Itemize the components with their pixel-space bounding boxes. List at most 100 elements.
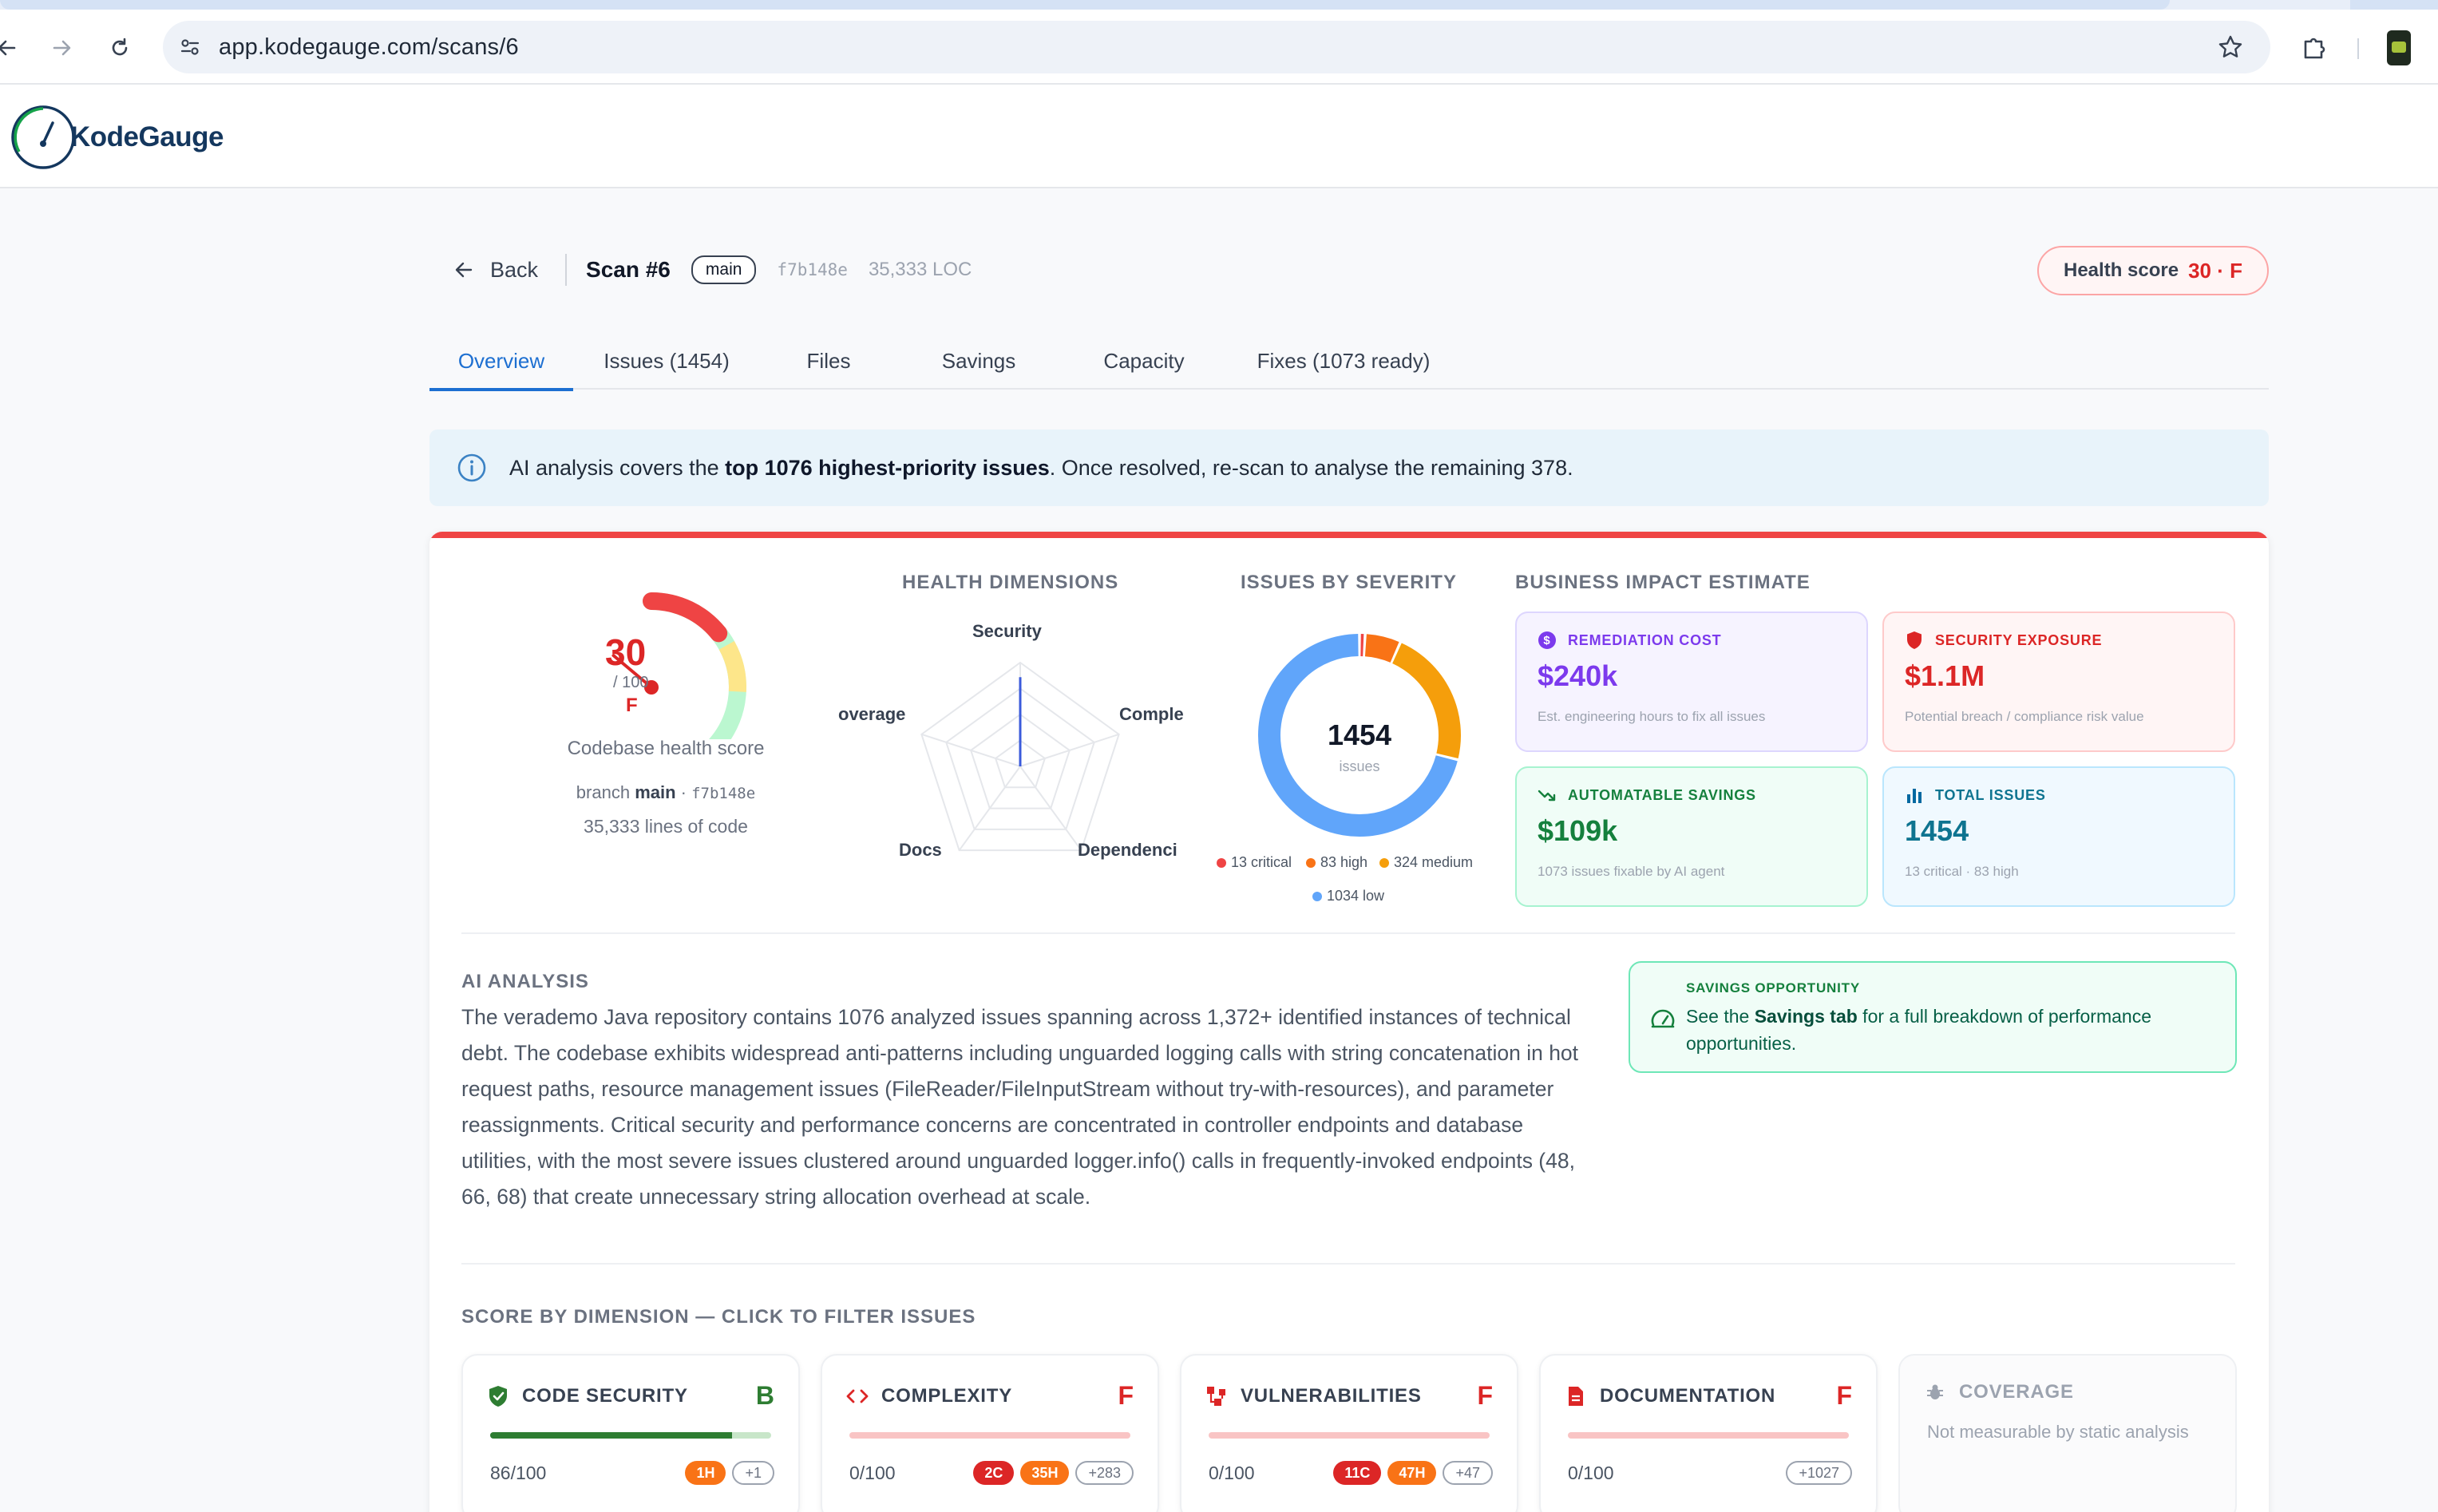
score-by-dimension-title: SCORE BY DIMENSION — CLICK TO FILTER ISS… bbox=[461, 1306, 976, 1328]
dimension-grade: F bbox=[1477, 1381, 1493, 1410]
dimension-grade: B bbox=[755, 1381, 774, 1410]
profile-avatar-icon[interactable] bbox=[2387, 30, 2411, 65]
remediation-cost-card: $ REMEDIATION COST $240k Est. engineering… bbox=[1515, 612, 1868, 752]
gauge-mid-band bbox=[718, 640, 746, 692]
tab-issues[interactable]: Issues (1454) bbox=[576, 332, 757, 390]
tab-overview[interactable]: Overview bbox=[429, 332, 573, 391]
tab-capacity[interactable]: Capacity bbox=[1060, 332, 1228, 390]
extensions-puzzle-icon[interactable] bbox=[2299, 32, 2331, 64]
dimension-name: DOCUMENTATION bbox=[1600, 1384, 1776, 1407]
divider bbox=[565, 254, 568, 286]
scan-header: Back Scan #6 main f7b148e 35,333 LOC bbox=[453, 246, 972, 294]
ai-analysis-text: The verademo Java repository contains 10… bbox=[461, 1005, 1579, 1209]
donut-total: 1454 bbox=[1327, 718, 1392, 751]
dimension-card-complexity[interactable]: COMPLEXITY F 0/100 2C 35H +283 bbox=[821, 1354, 1159, 1512]
lines-of-code: 35,333 LOC bbox=[868, 259, 972, 280]
dollar-icon: $ bbox=[1538, 631, 1557, 650]
savings-opportunity-label: SAVINGS OPPORTUNITY bbox=[1686, 980, 1860, 995]
dimension-name: COMPLEXITY bbox=[881, 1384, 1013, 1407]
total-issues-card: TOTAL ISSUES 1454 13 critical · 83 high bbox=[1882, 766, 2235, 907]
browser-tabstrip bbox=[0, 0, 2438, 10]
toolbar-separator bbox=[2357, 38, 2359, 59]
section-divider bbox=[461, 1263, 2235, 1265]
badge-critical: 11C bbox=[1333, 1461, 1382, 1485]
reload-icon[interactable] bbox=[105, 34, 134, 62]
document-icon bbox=[1565, 1385, 1587, 1407]
donut-total-label: issues bbox=[1339, 758, 1380, 774]
bookmark-star-icon[interactable] bbox=[2216, 33, 2245, 61]
branch-badge: main bbox=[691, 255, 757, 284]
app-logo[interactable]: KodeGauge bbox=[10, 104, 224, 171]
address-bar[interactable]: app.kodegauge.com/scans/6 bbox=[163, 21, 2270, 73]
dimension-name: COVERAGE bbox=[1959, 1381, 2074, 1403]
browser-tab[interactable] bbox=[2350, 0, 2438, 10]
app-header: KodeGauge bbox=[0, 85, 2438, 188]
info-icon bbox=[457, 453, 486, 482]
health-score-label: Health score bbox=[2064, 259, 2179, 281]
health-score-badge: Health score 30 · F bbox=[2037, 246, 2269, 295]
back-label: Back bbox=[490, 257, 539, 282]
legend-medium: 324 medium bbox=[1379, 854, 1473, 871]
dimension-card-vulnerabilities[interactable]: VULNERABILITIES F 0/100 11C 47H +47 bbox=[1180, 1354, 1518, 1512]
dimension-score: 0/100 bbox=[1209, 1463, 1255, 1483]
gauge-logo-icon bbox=[11, 105, 75, 169]
total-issues-sub: 13 critical · 83 high bbox=[1905, 864, 2019, 879]
security-exposure-value: $1.1M bbox=[1905, 659, 1985, 692]
dimension-name: VULNERABILITIES bbox=[1241, 1384, 1422, 1407]
radar-label-docs: Docs bbox=[899, 840, 942, 860]
tab-files[interactable]: Files bbox=[763, 332, 894, 390]
forward-arrow-icon[interactable] bbox=[48, 34, 77, 62]
badge-high: 1H bbox=[685, 1461, 726, 1485]
security-exposure-card: SECURITY EXPOSURE $1.1M Potential breach… bbox=[1882, 612, 2235, 752]
badge-critical: 2C bbox=[973, 1461, 1015, 1485]
dimension-card-coverage: COVERAGE Not measurable by static analys… bbox=[1898, 1354, 2237, 1512]
radar-label-security: Security bbox=[972, 621, 1042, 641]
automatable-savings-value: $109k bbox=[1538, 814, 1618, 847]
remediation-cost-value: $240k bbox=[1538, 659, 1618, 692]
overview-card: 30 / 100 F Codebase health score branch … bbox=[429, 532, 2269, 1512]
browser-tab[interactable] bbox=[0, 0, 2170, 10]
back-button[interactable]: Back bbox=[453, 258, 538, 283]
bar-chart-icon bbox=[1905, 786, 1924, 805]
severity-title: ISSUES BY SEVERITY bbox=[1241, 572, 1457, 593]
badge-high: 35H bbox=[1020, 1461, 1070, 1485]
bug-icon bbox=[1924, 1381, 1946, 1403]
scan-title: Scan #6 bbox=[586, 257, 671, 282]
scan-tabs: Overview Issues (1454) Files Savings Cap… bbox=[429, 332, 2269, 391]
dimension-progress bbox=[1209, 1432, 1490, 1439]
radar-label-complexity: Comple bbox=[1119, 704, 1184, 724]
dimension-progress-fill bbox=[490, 1432, 732, 1439]
page-content: Back Scan #6 main f7b148e 35,333 LOC Hea… bbox=[0, 188, 2438, 1512]
badge-more: +283 bbox=[1075, 1461, 1134, 1485]
shield-icon bbox=[1905, 631, 1924, 650]
svg-text:$: $ bbox=[1543, 634, 1550, 647]
url-text[interactable]: app.kodegauge.com/scans/6 bbox=[219, 34, 519, 61]
gauge-score: 30 bbox=[605, 631, 647, 673]
site-settings-icon[interactable] bbox=[176, 33, 204, 61]
speedometer-icon bbox=[1651, 1009, 1675, 1028]
tab-savings[interactable]: Savings bbox=[899, 332, 1059, 390]
gauge-branch-info: branch main · f7b148e bbox=[576, 782, 756, 802]
savings-opportunity-callout[interactable]: SAVINGS OPPORTUNITY See the Savings tab … bbox=[1629, 961, 2237, 1073]
dimension-score: 86/100 bbox=[490, 1463, 547, 1483]
dimension-score: 0/100 bbox=[1568, 1463, 1614, 1483]
card-accent-line bbox=[429, 532, 2269, 538]
shield-check-icon bbox=[487, 1385, 509, 1407]
badge-more: +47 bbox=[1443, 1461, 1493, 1485]
commit-sha: f7b148e bbox=[777, 260, 848, 279]
tab-fixes[interactable]: Fixes (1073 ready) bbox=[1228, 332, 1459, 390]
dimension-note: Not measurable by static analysis bbox=[1927, 1422, 2189, 1442]
dimension-progress bbox=[490, 1432, 771, 1439]
back-arrow-icon[interactable] bbox=[0, 34, 21, 62]
total-issues-value: 1454 bbox=[1905, 814, 1969, 847]
remediation-cost-sub: Est. engineering hours to fix all issues bbox=[1538, 709, 1766, 724]
trending-down-icon bbox=[1538, 786, 1557, 805]
automatable-savings-card: AUTOMATABLE SAVINGS $109k 1073 issues fi… bbox=[1515, 766, 1868, 907]
section-divider bbox=[461, 932, 2235, 934]
dimension-card-code-security[interactable]: CODE SECURITY B 86/100 1H +1 bbox=[461, 1354, 800, 1512]
dimension-card-documentation[interactable]: DOCUMENTATION F 0/100 +1027 bbox=[1539, 1354, 1878, 1512]
badge-more: +1 bbox=[732, 1461, 774, 1485]
gauge-lines-of-code: 35,333 lines of code bbox=[584, 816, 748, 837]
gauge-grade: F bbox=[626, 695, 638, 716]
legend-low: 1034 low bbox=[1312, 888, 1384, 904]
